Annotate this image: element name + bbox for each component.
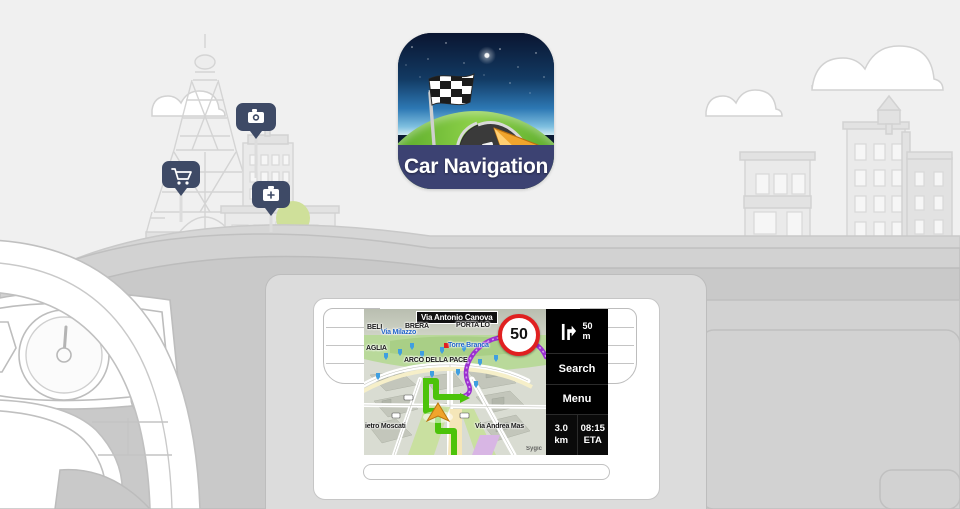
trip-stats: 3.0 km 08:15 ETA: [546, 414, 608, 455]
remaining-distance-value: 3.0: [554, 423, 568, 434]
window: [773, 173, 788, 195]
map-label-via-milazzo: Via Milazzo: [381, 329, 417, 336]
turn-distance: 50 m: [582, 321, 592, 341]
map-label-aglia: AGLIA: [366, 345, 387, 352]
menu-button[interactable]: Menu: [546, 383, 608, 414]
map-attribution: Sygic: [525, 446, 542, 452]
cloud-icon: [811, 45, 944, 91]
console-tray: [363, 464, 610, 480]
eta-stat: 08:15 ETA: [576, 415, 609, 455]
window: [933, 171, 944, 187]
illustration-stage: Car Navigation Via Antonio Canova BELI B…: [0, 0, 960, 509]
cloud-icon: [705, 89, 783, 117]
city-left: [145, 34, 340, 257]
car-navigation-app-icon[interactable]: Car Navigation: [398, 33, 554, 189]
water-tower: [876, 94, 902, 111]
search-button[interactable]: Search: [546, 353, 608, 384]
map-label-bel: BELI: [367, 324, 383, 331]
map-label-porta-lor: PORTA LO: [456, 322, 490, 329]
roof-railing: [906, 151, 953, 160]
window: [873, 169, 886, 187]
next-turn-indicator[interactable]: 50 m: [546, 309, 608, 353]
map-label-pietro-moscati: ietro Moscati: [365, 423, 406, 430]
turn-distance-unit: m: [582, 331, 591, 341]
map-label-torre-branca: Torre Branca: [448, 342, 489, 349]
window: [854, 195, 867, 213]
turn-right-icon: [562, 323, 577, 340]
roof-box: [877, 109, 901, 125]
turn-distance-value: 50: [582, 321, 593, 331]
eta-value: 08:15: [580, 423, 605, 434]
navigation-screen[interactable]: Via Antonio Canova BELI BRERA PORTA LO V…: [364, 309, 608, 455]
map-pin-shopping[interactable]: [162, 161, 200, 196]
water-tower-leg: [885, 123, 893, 135]
speed-limit-sign: 50: [498, 314, 540, 356]
window: [933, 219, 944, 235]
townhouse-cornice: [739, 151, 816, 161]
window: [854, 143, 867, 161]
navigation-side-panel: 50 m Search Menu 3.0 km 08:15 ETA: [546, 309, 608, 455]
window: [755, 173, 770, 195]
app-icon-label: Car Navigation: [404, 155, 548, 178]
window: [873, 143, 886, 161]
remaining-distance-unit: km: [554, 435, 569, 446]
window: [753, 211, 777, 235]
remaining-distance-stat: 3.0 km: [546, 415, 577, 455]
map-label-via-andrea-mas: Via Andrea Mas: [475, 423, 524, 430]
window: [854, 169, 867, 187]
map-view[interactable]: Via Antonio Canova BELI BRERA PORTA LO V…: [364, 309, 546, 455]
window: [914, 171, 925, 187]
map-label-arco-della-pace: ARCO DELLA PACE: [404, 357, 468, 364]
app-icon-banner: Car Navigation: [398, 145, 554, 189]
balcony: [743, 195, 812, 209]
eta-unit: ETA: [583, 435, 602, 446]
window: [914, 219, 925, 235]
window: [873, 195, 886, 213]
window: [914, 195, 925, 211]
window: [933, 195, 944, 211]
window: [791, 173, 806, 195]
